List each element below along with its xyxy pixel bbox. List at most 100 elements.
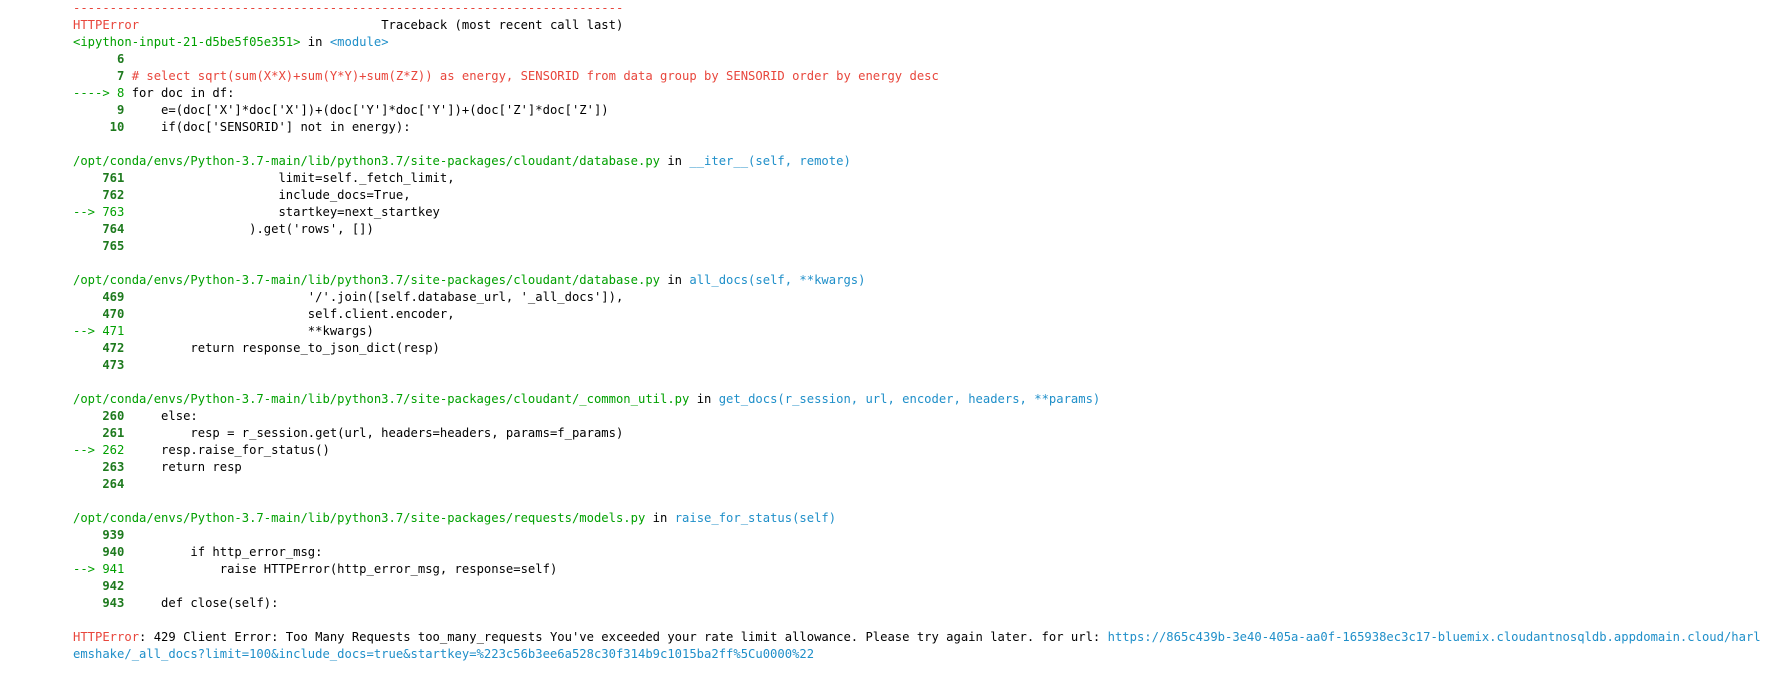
frame-location: <ipython-input-21-d5be5f05e351> bbox=[73, 35, 301, 49]
line-number: 9 bbox=[73, 103, 125, 117]
frame-in-word: in bbox=[660, 154, 690, 168]
code-text: return response_to_json_dict(resp) bbox=[124, 341, 440, 355]
final-error: HTTPError: 429 Client Error: Too Many Re… bbox=[73, 629, 1763, 663]
code-line: 943 def close(self): bbox=[73, 595, 1763, 612]
frame-function: get_docs(r_session, url, encoder, header… bbox=[718, 392, 1101, 406]
code-text: raise HTTPError(http_error_msg, response… bbox=[124, 562, 558, 576]
frame-in-word: in bbox=[300, 35, 330, 49]
code-text: include_docs=True, bbox=[124, 188, 411, 202]
traceback-output: ----------------------------------------… bbox=[73, 0, 1763, 663]
code-line: 469 '/'.join([self.database_url, '_all_d… bbox=[73, 289, 1763, 306]
line-number: --> 262 bbox=[73, 443, 125, 457]
code-line: 939 bbox=[73, 527, 1763, 544]
line-number: 473 bbox=[73, 358, 125, 372]
code-line: 942 bbox=[73, 578, 1763, 595]
line-number: 6 bbox=[73, 52, 125, 66]
frame-spacer bbox=[73, 612, 1763, 629]
code-line: 761 limit=self._fetch_limit, bbox=[73, 170, 1763, 187]
code-text: return resp bbox=[124, 460, 242, 474]
line-number: 762 bbox=[73, 188, 125, 202]
code-line: 762 include_docs=True, bbox=[73, 187, 1763, 204]
code-line: 765 bbox=[73, 238, 1763, 255]
code-line: 260 else: bbox=[73, 408, 1763, 425]
code-text: for doc in df: bbox=[124, 86, 235, 100]
code-line-current: --> 941 raise HTTPError(http_error_msg, … bbox=[73, 561, 1763, 578]
code-line: 473 bbox=[73, 357, 1763, 374]
line-number: 7 bbox=[73, 69, 125, 83]
code-text: self.client.encoder, bbox=[124, 307, 455, 321]
frame-in-word: in bbox=[645, 511, 675, 525]
line-number: 470 bbox=[73, 307, 125, 321]
code-line: 264 bbox=[73, 476, 1763, 493]
header-gap bbox=[139, 18, 381, 32]
traceback-frames: <ipython-input-21-d5be5f05e351> in <modu… bbox=[73, 34, 1763, 629]
code-text: def close(self): bbox=[124, 596, 279, 610]
code-line-current: --> 471 **kwargs) bbox=[73, 323, 1763, 340]
line-number: --> 763 bbox=[73, 205, 125, 219]
line-number: 764 bbox=[73, 222, 125, 236]
code-text: else: bbox=[124, 409, 198, 423]
code-text: resp.raise_for_status() bbox=[124, 443, 330, 457]
frame-header: /opt/conda/envs/Python-3.7-main/lib/pyth… bbox=[73, 153, 1763, 170]
code-line: 261 resp = r_session.get(url, headers=he… bbox=[73, 425, 1763, 442]
frame-location[interactable]: /opt/conda/envs/Python-3.7-main/lib/pyth… bbox=[73, 273, 660, 287]
frame-function: raise_for_status(self) bbox=[674, 511, 837, 525]
frame-spacer bbox=[73, 374, 1763, 391]
frame-header: /opt/conda/envs/Python-3.7-main/lib/pyth… bbox=[73, 272, 1763, 289]
frame-in-word: in bbox=[660, 273, 690, 287]
line-number: 943 bbox=[73, 596, 125, 610]
frame-spacer bbox=[73, 493, 1763, 510]
line-number: 260 bbox=[73, 409, 125, 423]
code-line: 470 self.client.encoder, bbox=[73, 306, 1763, 323]
frame-function: <module> bbox=[329, 35, 389, 49]
frame-header: <ipython-input-21-d5be5f05e351> in <modu… bbox=[73, 34, 1763, 51]
line-number: 765 bbox=[73, 239, 125, 253]
line-number: 469 bbox=[73, 290, 125, 304]
line-number: 472 bbox=[73, 341, 125, 355]
frame-spacer bbox=[73, 255, 1763, 272]
code-text: # select sqrt(sum(X*X)+sum(Y*Y)+sum(Z*Z)… bbox=[124, 69, 939, 83]
code-text: limit=self._fetch_limit, bbox=[124, 171, 455, 185]
line-number: 939 bbox=[73, 528, 125, 542]
header-title: Traceback (most recent call last) bbox=[381, 18, 624, 32]
line-number: 940 bbox=[73, 545, 125, 559]
final-error-type: HTTPError bbox=[73, 630, 140, 644]
frame-header: /opt/conda/envs/Python-3.7-main/lib/pyth… bbox=[73, 510, 1763, 527]
code-text: startkey=next_startkey bbox=[124, 205, 440, 219]
code-line-current: --> 262 resp.raise_for_status() bbox=[73, 442, 1763, 459]
traceback-separator: ----------------------------------------… bbox=[73, 1, 624, 15]
final-error-message: : 429 Client Error: Too Many Requests to… bbox=[139, 630, 1108, 644]
frame-location[interactable]: /opt/conda/envs/Python-3.7-main/lib/pyth… bbox=[73, 511, 645, 525]
line-number: 761 bbox=[73, 171, 125, 185]
frame-in-word: in bbox=[689, 392, 719, 406]
traceback-header: HTTPError Traceback (most recent call la… bbox=[73, 17, 1763, 34]
code-line: 940 if http_error_msg: bbox=[73, 544, 1763, 561]
code-line: 9 e=(doc['X']*doc['X'])+(doc['Y']*doc['Y… bbox=[73, 102, 1763, 119]
frame-location[interactable]: /opt/conda/envs/Python-3.7-main/lib/pyth… bbox=[73, 392, 689, 406]
code-line: 263 return resp bbox=[73, 459, 1763, 476]
code-text: e=(doc['X']*doc['X'])+(doc['Y']*doc['Y']… bbox=[124, 103, 609, 117]
code-line: 764 ).get('rows', []) bbox=[73, 221, 1763, 238]
code-text: if http_error_msg: bbox=[124, 545, 323, 559]
code-line-current: ----> 8 for doc in df: bbox=[73, 85, 1763, 102]
line-number: 263 bbox=[73, 460, 125, 474]
code-line-current: --> 763 startkey=next_startkey bbox=[73, 204, 1763, 221]
line-number: 261 bbox=[73, 426, 125, 440]
error-type: HTTPError bbox=[73, 18, 140, 32]
code-line: 472 return response_to_json_dict(resp) bbox=[73, 340, 1763, 357]
code-line: 7 # select sqrt(sum(X*X)+sum(Y*Y)+sum(Z*… bbox=[73, 68, 1763, 85]
line-number: 942 bbox=[73, 579, 125, 593]
code-text: ).get('rows', []) bbox=[124, 222, 374, 236]
line-number: --> 471 bbox=[73, 324, 125, 338]
line-number: ----> 8 bbox=[73, 86, 125, 100]
code-text: resp = r_session.get(url, headers=header… bbox=[124, 426, 624, 440]
code-text: if(doc['SENSORID'] not in energy): bbox=[124, 120, 411, 134]
code-line: 6 bbox=[73, 51, 1763, 68]
line-number: 10 bbox=[73, 120, 125, 134]
code-line: 10 if(doc['SENSORID'] not in energy): bbox=[73, 119, 1763, 136]
frame-location[interactable]: /opt/conda/envs/Python-3.7-main/lib/pyth… bbox=[73, 154, 660, 168]
line-number: --> 941 bbox=[73, 562, 125, 576]
line-number: 264 bbox=[73, 477, 125, 491]
code-text: '/'.join([self.database_url, '_all_docs'… bbox=[124, 290, 624, 304]
frame-spacer bbox=[73, 136, 1763, 153]
